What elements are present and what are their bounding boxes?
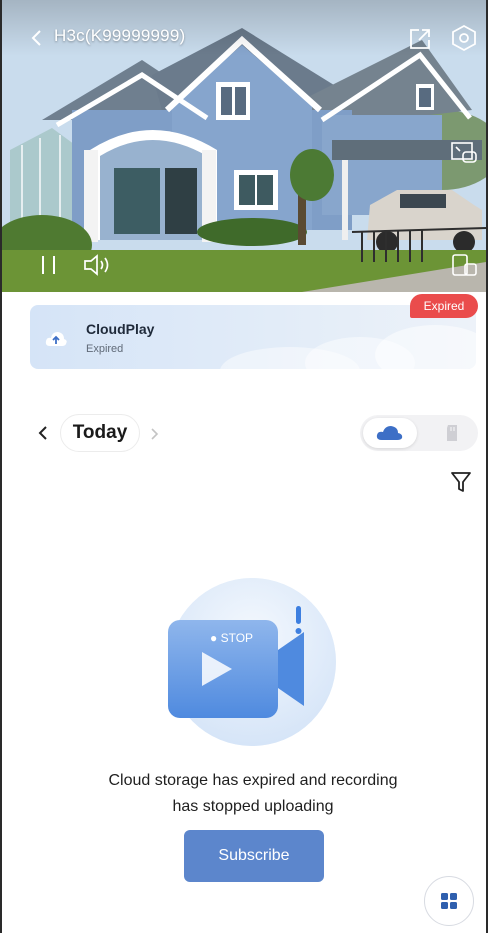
subscribe-button[interactable]: Subscribe [184, 830, 324, 882]
empty-state-message: Cloud storage has expired and recording … [42, 768, 464, 820]
expired-badge: Expired [410, 294, 478, 318]
picture-in-picture-icon [451, 142, 477, 163]
sd-card-source-button[interactable] [430, 418, 474, 448]
speaker-icon [84, 254, 109, 276]
multi-screen-icon [452, 254, 477, 276]
date-selector[interactable]: Today [60, 414, 140, 452]
stop-label: ● STOP [210, 631, 253, 645]
empty-state-line-1: Cloud storage has expired and recording [108, 772, 398, 789]
pause-icon [42, 256, 55, 274]
chevron-right-icon [151, 428, 159, 440]
share-button[interactable] [408, 27, 432, 51]
hexagon-settings-icon [452, 24, 476, 52]
previous-day-button[interactable] [36, 422, 52, 444]
next-day-button[interactable] [147, 424, 161, 444]
device-title: H3c(K99999999) [54, 26, 186, 45]
sound-button[interactable] [82, 252, 112, 278]
filter-button[interactable] [450, 470, 472, 494]
chevron-left-icon [38, 426, 47, 440]
picture-in-picture-button[interactable] [450, 140, 478, 166]
filter-icon [451, 472, 471, 492]
settings-button[interactable] [450, 24, 478, 52]
cloud-upload-icon-wrap [44, 327, 68, 351]
cloud-upload-icon [45, 332, 67, 346]
cloud-icon [376, 426, 403, 440]
cloudplay-status: Expired [86, 343, 124, 355]
storage-source-toggle [360, 415, 478, 451]
grid-menu-button[interactable] [424, 876, 474, 926]
share-icon [410, 29, 430, 49]
cloud-source-button[interactable] [363, 418, 417, 448]
live-video-preview[interactable]: H3c(K99999999) [2, 0, 486, 292]
chevron-left-icon [31, 30, 41, 46]
back-button[interactable] [28, 26, 44, 50]
empty-state-line-2: has stopped uploading [172, 798, 334, 815]
multi-screen-button[interactable] [450, 252, 478, 278]
grid-menu-icon [441, 893, 457, 909]
app-screen: H3c(K99999999) CloudPlay Expired Expired… [0, 0, 488, 933]
sd-card-icon [447, 425, 457, 441]
cloudplay-title: CloudPlay [86, 321, 155, 337]
recording-stopped-illustration: ● STOP [168, 578, 336, 746]
pause-button[interactable] [38, 252, 60, 278]
